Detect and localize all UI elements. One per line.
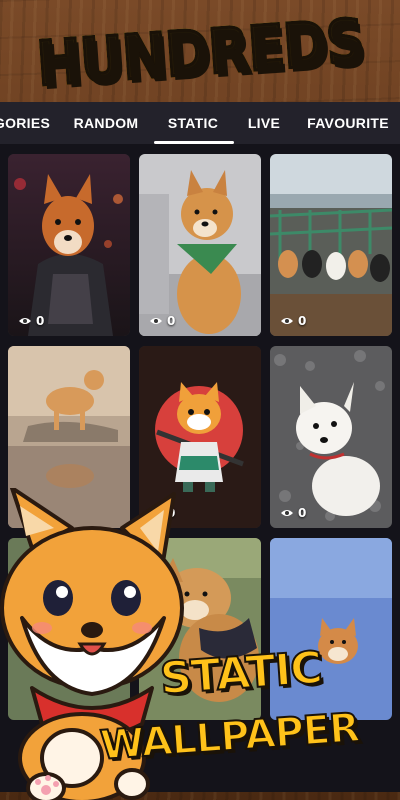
view-count: 0 (280, 506, 306, 520)
view-count-value: 0 (298, 314, 307, 328)
view-count: 0 (149, 314, 175, 328)
wallpaper-bandana-shiba (139, 154, 261, 336)
active-tab-indicator (154, 141, 234, 144)
tab-static[interactable]: STATIC (160, 102, 226, 144)
wallpaper-card[interactable]: 0 (139, 154, 261, 336)
tab-bar: GORIES RANDOM STATIC LIVE FAVOURITE (0, 102, 400, 144)
wallpaper-armored-shiba (8, 154, 130, 336)
headline-text: HUNDREDS (33, 5, 367, 101)
eye-icon (19, 318, 31, 324)
view-count-value: 0 (36, 314, 45, 328)
wallpaper-white-shiba (270, 346, 392, 528)
wallpaper-card[interactable]: 0 (270, 154, 392, 336)
tab-live[interactable]: LIVE (242, 102, 286, 144)
tab-random[interactable]: RANDOM (70, 102, 142, 144)
view-count-value: 0 (167, 314, 176, 328)
view-count-value: 0 (298, 506, 307, 520)
wallpaper-card[interactable]: 0 (270, 346, 392, 528)
tab-favourite[interactable]: FAVOURITE (304, 102, 392, 144)
wallpaper-card[interactable]: 0 (8, 154, 130, 336)
promo-headline: HUNDREDS (0, 5, 400, 101)
wallpaper-shiba-group (270, 154, 392, 336)
tab-categories[interactable]: GORIES (0, 102, 50, 144)
view-count: 0 (18, 314, 44, 328)
eye-icon (281, 318, 293, 324)
eye-icon (281, 510, 293, 516)
eye-icon (150, 318, 162, 324)
view-count: 0 (280, 314, 306, 328)
